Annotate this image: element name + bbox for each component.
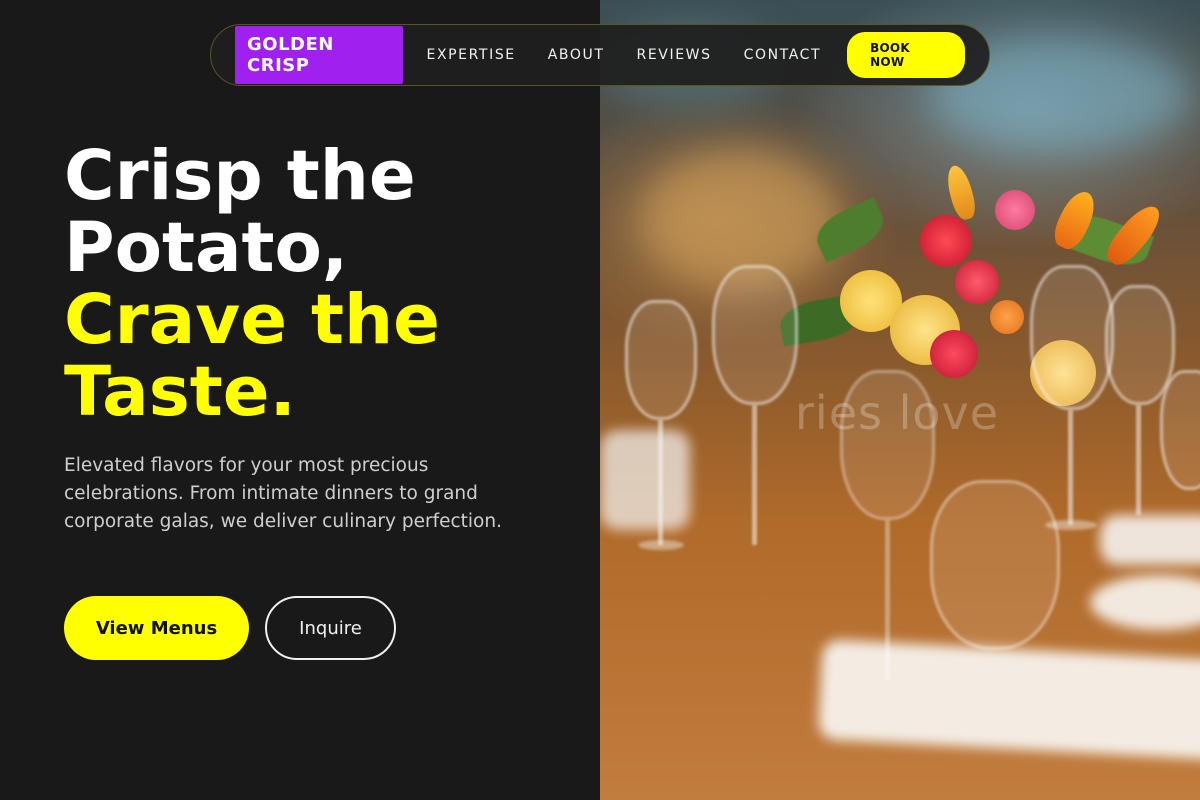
napkin <box>817 639 1200 761</box>
pink-flower <box>995 190 1035 230</box>
wine-glass <box>712 265 798 405</box>
red-flower <box>930 330 978 378</box>
orange-flower <box>943 163 979 222</box>
red-flower <box>920 215 972 267</box>
plate <box>1090 575 1200 630</box>
hero-title-highlight: Crave the <box>64 280 440 360</box>
nav-link-about[interactable]: ABOUT <box>548 47 605 63</box>
view-menus-button[interactable]: View Menus <box>64 596 249 660</box>
wine-glass-stem <box>1068 410 1073 525</box>
inquire-button[interactable]: Inquire <box>265 596 396 660</box>
hero-title: Crisp the Potato, Crave the Taste. <box>64 140 440 428</box>
red-flower <box>955 260 999 304</box>
wine-glass-stem <box>1136 405 1141 515</box>
hero-title-highlight: Taste. <box>64 352 296 432</box>
wine-glass-stem <box>752 405 757 545</box>
hero-description: Elevated flavors for your most precious … <box>64 455 502 532</box>
nav-link-contact[interactable]: CONTACT <box>744 47 822 63</box>
orange-flower <box>990 300 1024 334</box>
hero-title-line: Crisp the <box>64 136 416 216</box>
nav-link-reviews[interactable]: REVIEWS <box>637 47 712 63</box>
napkin <box>1100 515 1200 565</box>
wine-glass-base <box>638 540 684 550</box>
brand-logo[interactable]: GOLDEN CRISP <box>235 26 403 84</box>
nav-link-expertise[interactable]: EXPERTISE <box>427 47 516 63</box>
wine-glass <box>1030 265 1114 410</box>
wine-glass <box>930 480 1060 650</box>
wine-glass-stem <box>885 520 890 680</box>
napkin <box>600 430 690 530</box>
wine-glass-stem <box>658 420 663 545</box>
top-navbar: GOLDEN CRISP EXPERTISE ABOUT REVIEWS CON… <box>210 24 990 86</box>
hero-title-line: Potato, <box>64 208 349 288</box>
image-watermark: ries love <box>795 386 1000 440</box>
book-now-button[interactable]: BOOK NOW <box>847 32 965 78</box>
wine-glass <box>1160 370 1200 490</box>
wine-glass <box>625 300 697 420</box>
